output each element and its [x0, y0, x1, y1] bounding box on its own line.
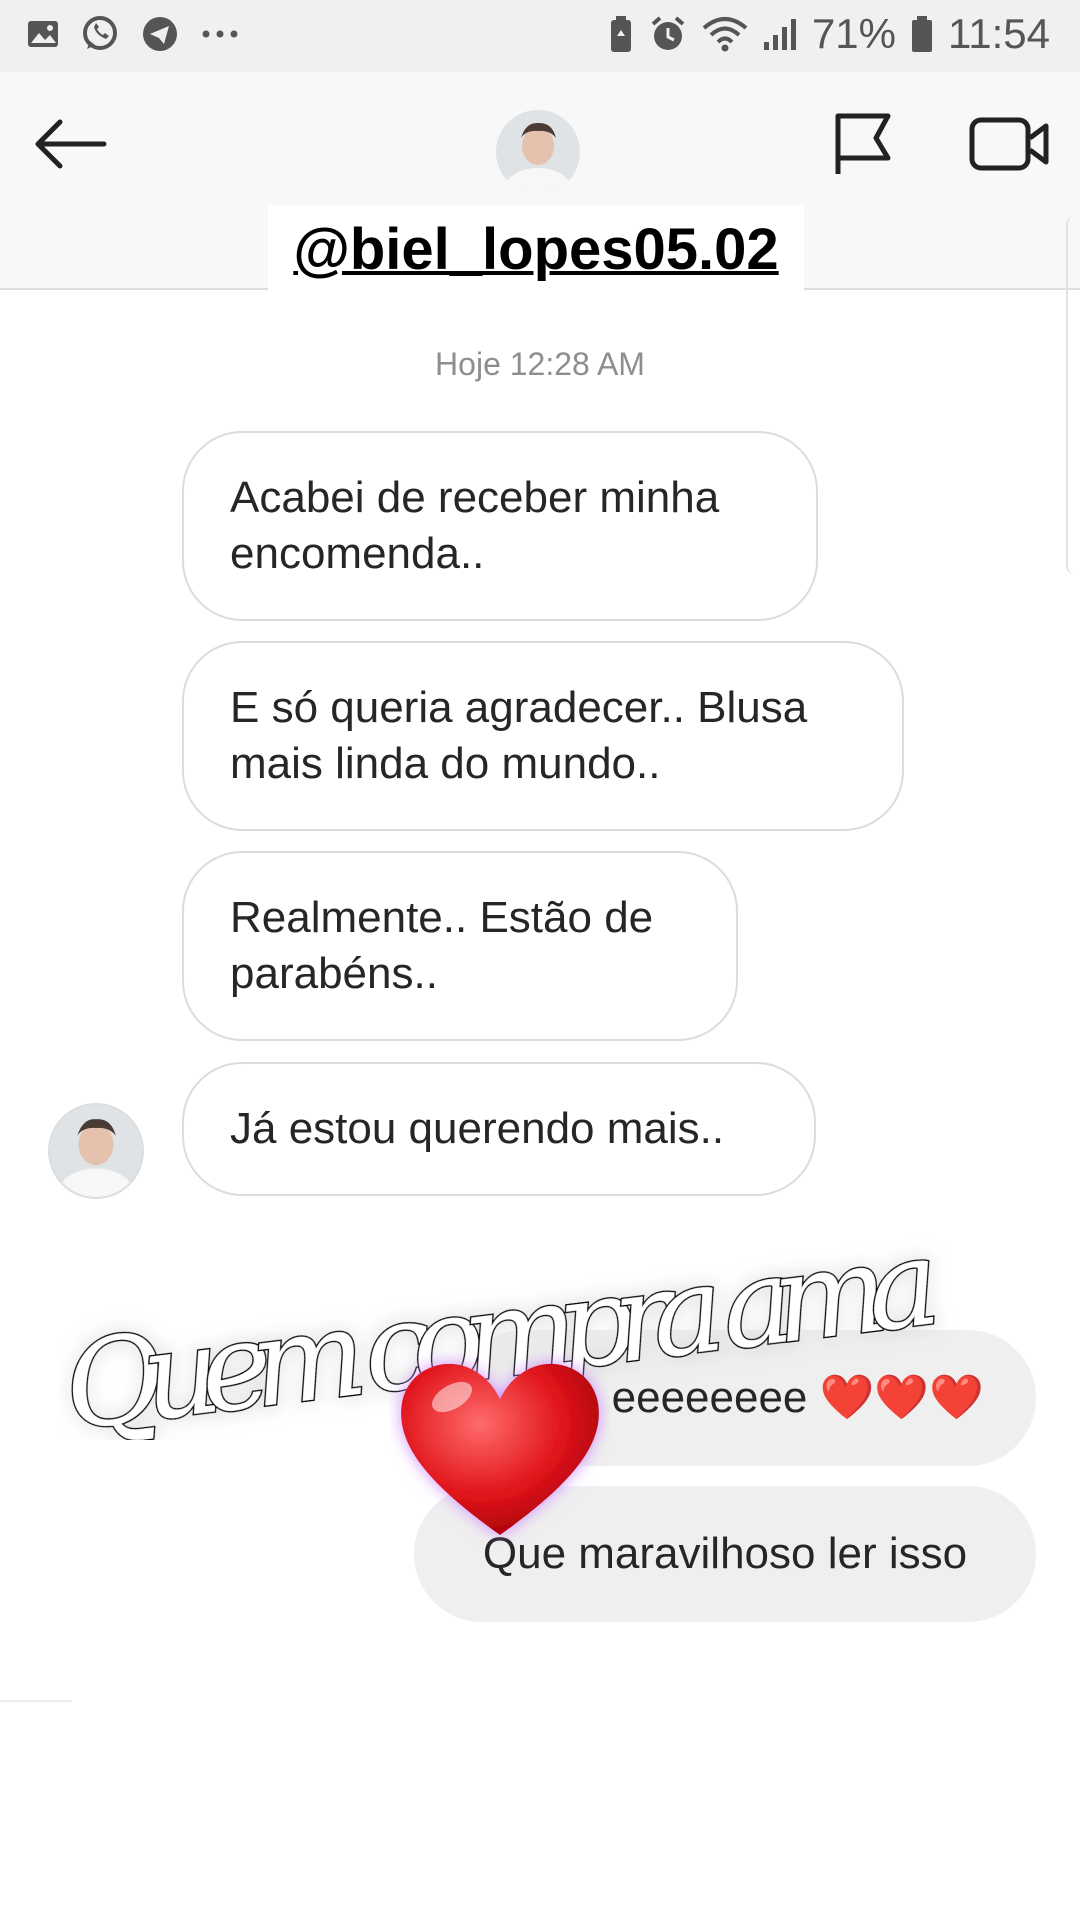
status-bar: 71% 11:54	[0, 0, 1080, 72]
status-right-icons: 71% 11:54	[608, 10, 1050, 58]
message-line: encomenda..	[230, 529, 485, 578]
heart-icon	[401, 1363, 599, 1535]
signal-icon	[763, 19, 796, 50]
message-timestamp: Hoje 12:28 AM	[435, 346, 645, 382]
battery-saver-icon	[610, 16, 631, 52]
clock: 11:54	[948, 10, 1050, 57]
back-arrow-icon	[35, 119, 107, 169]
battery-icon	[912, 16, 932, 52]
sender-avatar[interactable]	[48, 1103, 144, 1199]
status-left-icons	[26, 14, 240, 54]
incoming-message[interactable]: Já estou querendo mais..	[182, 1062, 816, 1196]
message-line: Realmente.. Estão de	[230, 893, 654, 942]
message-line: Já estou querendo mais..	[230, 1104, 725, 1153]
header-avatar[interactable]	[496, 110, 580, 194]
profile-photo	[496, 110, 580, 194]
username-sticker: @biel_lopes05.02	[268, 205, 804, 293]
message-line: eeeeeeee ❤️❤️❤️	[611, 1373, 984, 1422]
wifi-icon	[702, 17, 748, 52]
incoming-message[interactable]: Realmente.. Estão de parabéns..	[182, 851, 738, 1041]
back-button[interactable]	[30, 114, 110, 174]
scrollbar[interactable]	[1066, 215, 1080, 575]
incoming-message[interactable]: E só queria agradecer.. Blusa mais linda…	[182, 641, 904, 831]
more-dots-icon	[202, 30, 238, 38]
incoming-message[interactable]: Acabei de receber minha encomenda..	[182, 431, 818, 621]
video-call-button[interactable]	[968, 114, 1050, 174]
username-text: @biel_lopes05.02	[293, 216, 779, 282]
flag-icon	[835, 113, 891, 174]
message-line: mais linda do mundo..	[230, 739, 661, 788]
message-line: Acabei de receber minha	[230, 473, 720, 522]
alarm-icon	[651, 16, 685, 50]
message-line: E só queria agradecer.. Blusa	[230, 683, 808, 732]
message-line: parabéns..	[230, 949, 438, 998]
profile-photo	[50, 1105, 142, 1197]
gallery-icon	[28, 21, 58, 47]
video-camera-icon	[969, 117, 1049, 171]
telegram-icon	[143, 17, 177, 51]
divider	[0, 1700, 72, 1702]
report-button[interactable]	[828, 108, 898, 178]
whatsapp-icon	[83, 16, 117, 50]
battery-percent: 71%	[811, 10, 896, 57]
